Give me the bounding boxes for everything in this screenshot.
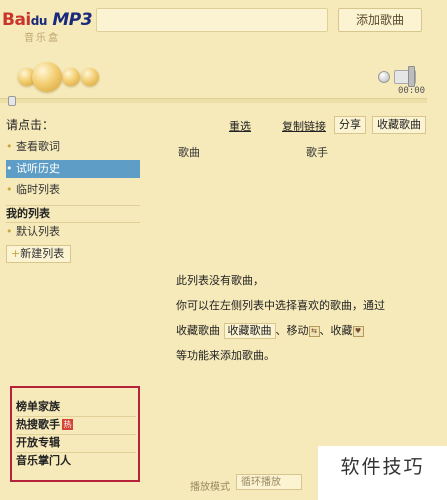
sidebar-item-label: 音乐掌门人 <box>16 454 71 467</box>
empty-collect-box: 收藏歌曲 <box>223 323 276 339</box>
app-logo: Baidu MP3 <box>2 10 93 30</box>
progress-bar[interactable] <box>0 98 427 103</box>
add-song-button[interactable]: 添加歌曲 <box>338 8 422 32</box>
empty-line-3: 收藏歌曲 收藏歌曲 、移动 ⇆ 、收藏 ♥ <box>176 318 416 343</box>
column-header-song: 歌曲 <box>178 146 200 159</box>
sidebar-item-charts[interactable]: 榜单家族 <box>16 398 136 417</box>
sidebar-item-label: 热搜歌手 <box>16 418 60 431</box>
next-button[interactable] <box>62 68 80 86</box>
heart-icon: ♥ <box>352 325 364 337</box>
my-lists-title: 我的列表 <box>6 205 140 223</box>
sidebar-item-music-masters[interactable]: 音乐掌门人 <box>16 452 136 470</box>
progress-handle[interactable] <box>8 96 16 106</box>
bullet-icon: • <box>6 225 13 238</box>
bullet-icon: • <box>6 140 13 153</box>
new-list-label: 新建列表 <box>20 247 65 260</box>
sidebar-item-label: 开放专辑 <box>16 436 60 449</box>
sidebar-item-hot-singers[interactable]: 热搜歌手热 <box>16 416 136 435</box>
sidebar-item-lyrics[interactable]: • 查看歌词 <box>6 138 140 156</box>
column-header-singer: 歌手 <box>306 146 328 159</box>
sidebar-item-label: 默认列表 <box>16 225 60 238</box>
sidebar-item-temp-list[interactable]: • 临时列表 <box>6 181 140 199</box>
bullet-icon: • <box>6 183 13 196</box>
logo-du: du <box>30 14 48 28</box>
time-display: 00:00 <box>398 86 426 96</box>
sidebar-item-label: 榜单家族 <box>16 400 60 413</box>
play-mode-select[interactable]: 循环播放 <box>236 474 302 490</box>
collect-songs-button[interactable]: 收藏歌曲 <box>372 116 426 134</box>
bullet-icon: • <box>6 162 13 175</box>
new-list-button[interactable]: +新建列表 <box>6 245 72 263</box>
copy-link-button[interactable]: 复制链接 <box>282 118 326 134</box>
logo-mp3: MP3 <box>52 10 93 30</box>
empty-line-4: 等功能来添加歌曲。 <box>176 349 275 362</box>
hot-badge: 热 <box>62 419 73 430</box>
sidebar-item-label: 查看歌词 <box>16 140 60 153</box>
mute-icon[interactable] <box>378 71 390 83</box>
sidebar-prompt: 请点击： <box>6 118 55 132</box>
sidebar-item-default-list[interactable]: • 默认列表 <box>6 223 140 241</box>
empty-line-1: 此列表没有歌曲， <box>176 274 264 287</box>
logo-brand: Bai <box>2 10 31 30</box>
play-mode-label: 播放模式 <box>190 482 230 493</box>
stop-button[interactable] <box>81 68 99 86</box>
reselect-link[interactable]: 重选 <box>229 118 251 134</box>
search-input[interactable] <box>96 8 328 32</box>
logo-subtitle: 音乐盒 <box>24 33 60 44</box>
plus-icon: + <box>11 247 21 260</box>
volume-handle[interactable] <box>408 66 415 87</box>
sidebar-item-label: 试听历史 <box>16 162 60 175</box>
watermark: 软件技巧 <box>318 446 447 500</box>
share-button[interactable]: 分享 <box>334 116 366 134</box>
empty-state: 此列表没有歌曲， 你可以在左侧列表中选择喜欢的歌曲，通过 收藏歌曲 收藏歌曲 、移… <box>176 268 416 368</box>
play-button[interactable] <box>32 62 62 92</box>
sidebar-item-open-albums[interactable]: 开放专辑 <box>16 434 136 453</box>
empty-favorite-text: 、收藏 <box>319 324 353 337</box>
empty-collect-text: 收藏歌曲 <box>176 324 220 337</box>
sidebar-item-label: 临时列表 <box>16 183 60 196</box>
move-icon: ⇆ <box>308 325 320 337</box>
empty-line-2: 你可以在左侧列表中选择喜欢的歌曲，通过 <box>176 299 385 312</box>
empty-move-text: 、移动 <box>275 324 309 337</box>
sidebar-item-history[interactable]: • 试听历史 <box>6 160 140 178</box>
